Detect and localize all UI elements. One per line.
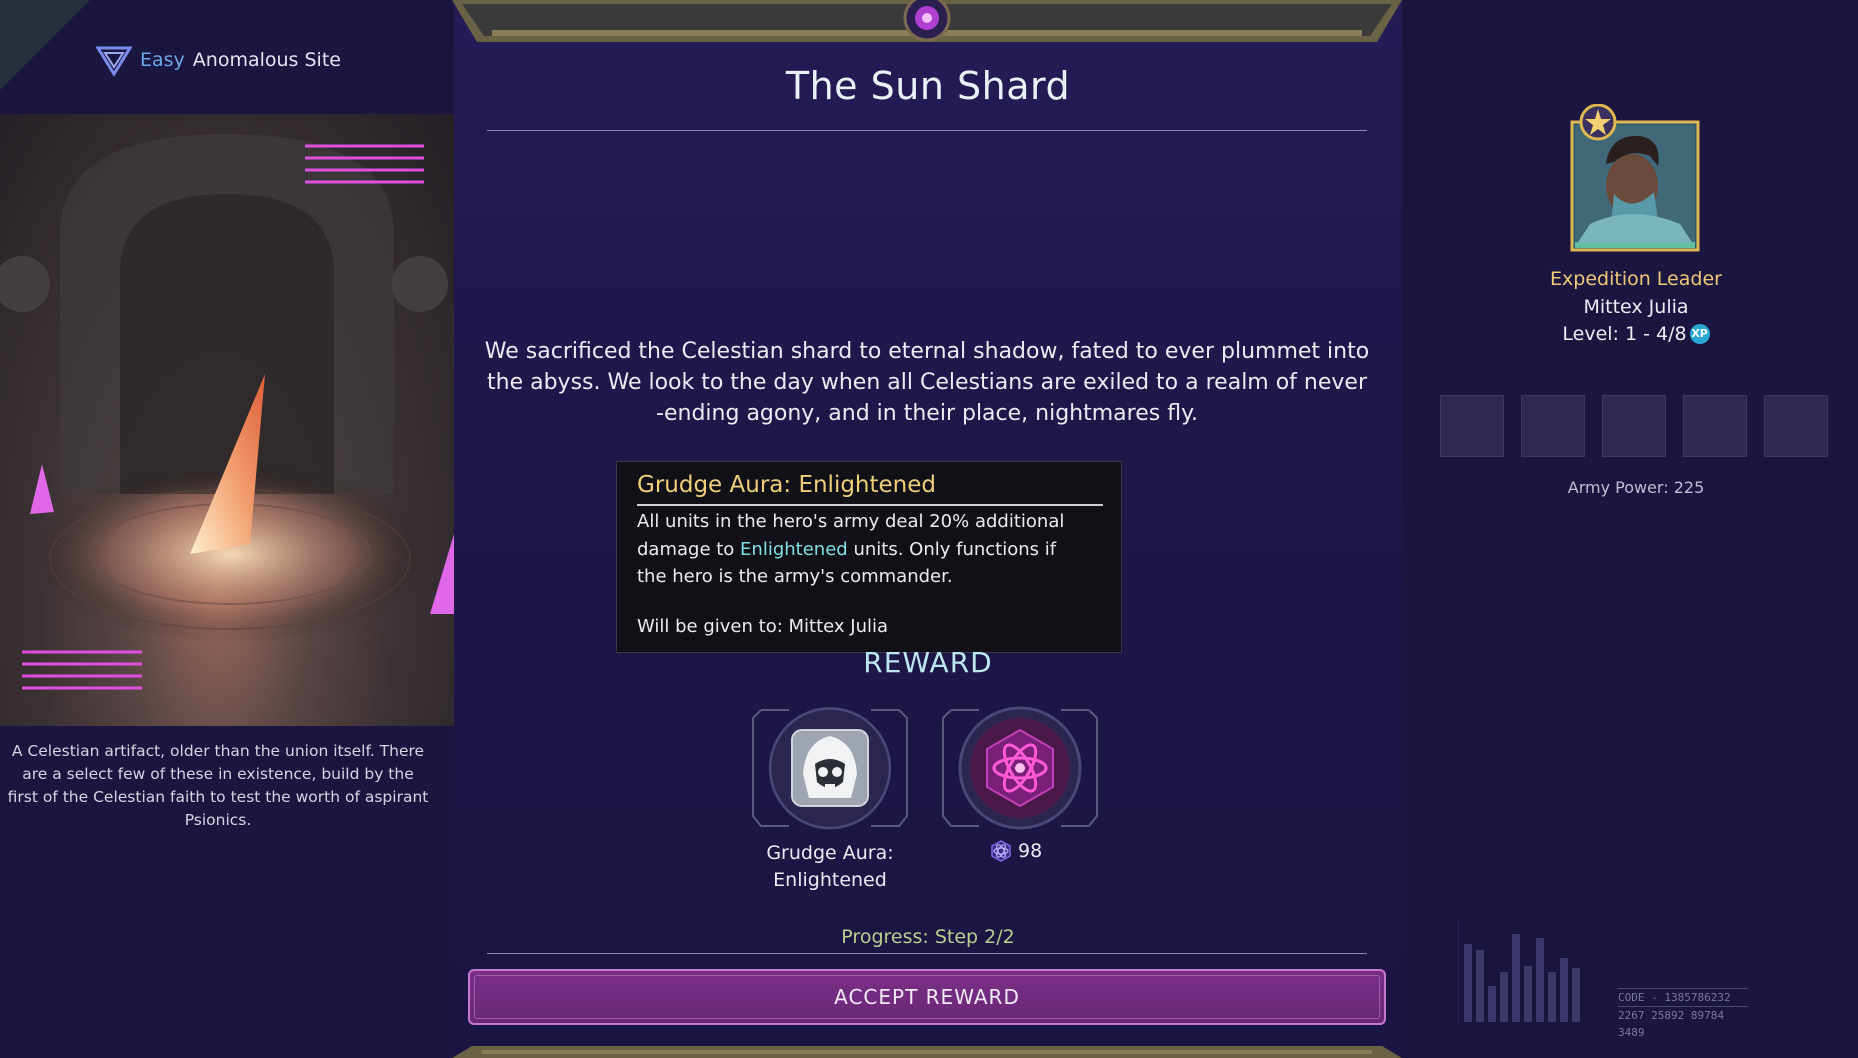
army-slot[interactable]	[1440, 395, 1504, 457]
progress-indicator: Progress: Step 2/2	[841, 926, 1015, 948]
event-image	[0, 114, 454, 726]
army-slot[interactable]	[1764, 395, 1828, 457]
tooltip-keyword: Enlightened	[740, 538, 848, 560]
hero-name: Mittex Julia	[1583, 296, 1689, 318]
psionics-icon	[991, 840, 1011, 862]
reward-tooltip: Grudge Aura: Enlightened All units in th…	[616, 461, 1122, 653]
hero-level: Level: 1 - 4/8 XP	[1500, 323, 1772, 345]
event-image-description: A Celestian artifact, older than the uni…	[7, 742, 429, 829]
sun-shard-scene	[0, 134, 454, 690]
tooltip-body: All units in the hero's army deal 20% ad…	[637, 508, 1077, 591]
bottom-frame-ornament	[452, 1046, 1402, 1058]
decorative-code: CODE - 1385786232 2267 25892 89784 3489	[1618, 988, 1748, 1041]
accept-reward-label: ACCEPT REWARD	[834, 985, 1020, 1009]
code-line-2: 2267 25892 89784 3489	[1618, 1006, 1748, 1041]
tooltip-given-to: Will be given to: Mittex Julia	[637, 616, 889, 637]
progress-divider	[487, 953, 1367, 954]
site-difficulty: Easy Anomalous Site	[96, 42, 341, 78]
reward-label-psionics: 98	[990, 840, 1042, 862]
frame-corner	[0, 0, 90, 90]
reward-label-line2: Enlightened	[773, 869, 887, 891]
title-divider	[487, 130, 1367, 131]
hero-portrait[interactable]	[1570, 104, 1700, 254]
code-line-1: CODE - 1385786232	[1618, 991, 1731, 1004]
army-slots	[1440, 395, 1828, 457]
hooded-skull-icon	[791, 729, 869, 807]
army-slot[interactable]	[1683, 395, 1747, 457]
difficulty-v-icon	[96, 46, 132, 77]
atom-icon	[970, 718, 1070, 818]
tooltip-title: Grudge Aura: Enlightened	[637, 472, 936, 498]
reward-amount: 98	[1018, 840, 1043, 862]
reward-item-psionics[interactable]	[939, 704, 1101, 832]
difficulty-label: Easy	[140, 49, 185, 71]
accept-reward-button[interactable]: ACCEPT REWARD	[468, 969, 1386, 1025]
top-frame-ornament	[452, 0, 1402, 42]
army-slot[interactable]	[1602, 395, 1666, 457]
rank-star-icon	[1579, 104, 1617, 141]
event-title: The Sun Shard	[785, 64, 1071, 108]
reward-label-line1: Grudge Aura:	[766, 842, 894, 864]
event-story: We sacrificed the Celestian shard to ete…	[484, 339, 1370, 426]
army-slot[interactable]	[1521, 395, 1585, 457]
hero-role: Expedition Leader	[1550, 268, 1722, 290]
reward-item-grudge-aura[interactable]	[749, 704, 911, 832]
site-type-label: Anomalous Site	[192, 49, 341, 71]
army-power: Army Power: 225	[1567, 478, 1705, 497]
hero-level-text: Level: 1 - 4/8	[1562, 323, 1687, 345]
decorative-bars	[1458, 920, 1580, 1024]
reward-heading: REWARD	[863, 646, 993, 679]
reward-label-grudge-aura: Grudge Aura: Enlightened	[740, 840, 920, 894]
xp-icon: XP	[1689, 324, 1710, 344]
tooltip-divider	[637, 504, 1103, 506]
